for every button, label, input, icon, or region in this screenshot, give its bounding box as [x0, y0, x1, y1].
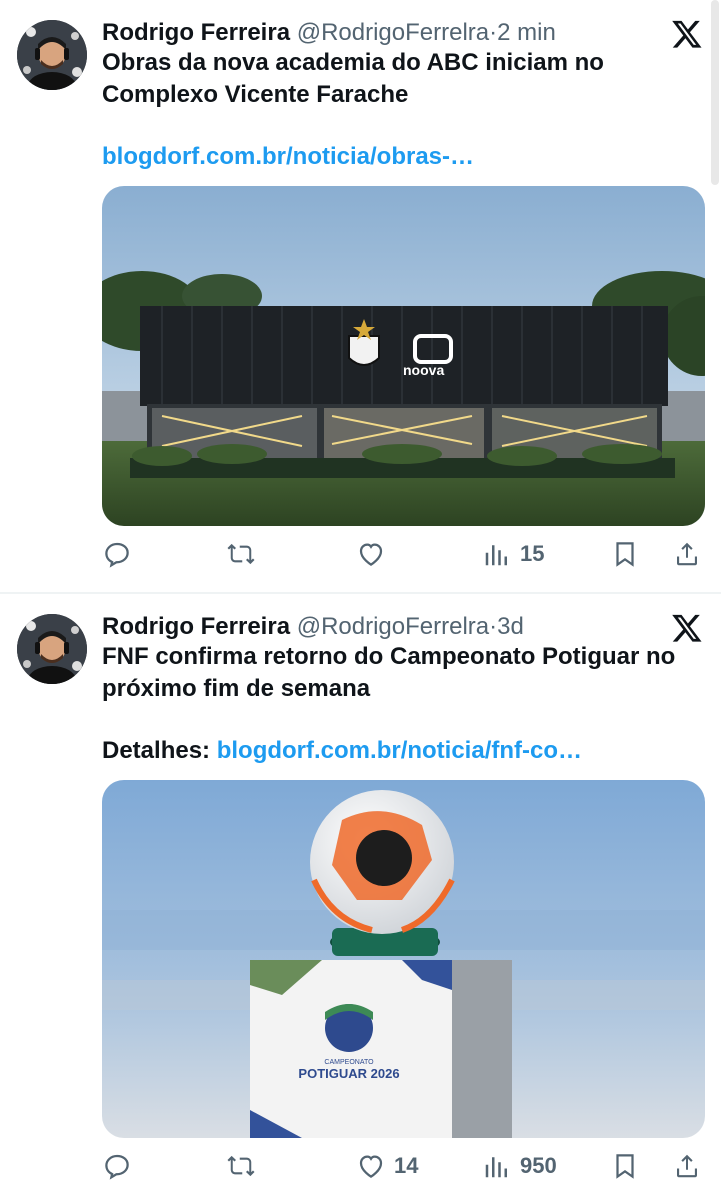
- separator: ·: [489, 613, 498, 640]
- tweet-link-line: Detalhes: blogdorf.com.br/noticia/fnf-co…: [102, 734, 582, 768]
- retweet-icon: [227, 543, 255, 565]
- tweet-media-image[interactable]: CAMPEONATO POTIGUAR 2026: [102, 780, 705, 1138]
- separator: ·: [489, 19, 498, 46]
- timestamp[interactable]: 3d: [497, 613, 524, 640]
- retweet-button[interactable]: [226, 1148, 264, 1184]
- tweet-actions: 14 950: [102, 1148, 705, 1184]
- tweet[interactable]: Rodrigo Ferreira @RodrigoFerrelra·2 min …: [0, 0, 721, 592]
- views-count: 15: [520, 541, 545, 566]
- share-button[interactable]: [672, 1148, 702, 1184]
- reply-button[interactable]: [102, 536, 140, 572]
- bookmark-icon: [616, 1154, 634, 1179]
- tweet-header: Rodrigo Ferreira @RodrigoFerrelra·2 min: [102, 17, 556, 49]
- views-icon: [485, 545, 507, 566]
- views-button[interactable]: 950: [482, 1148, 557, 1184]
- reply-icon: [105, 1154, 129, 1180]
- views-icon: [485, 1157, 507, 1178]
- retweet-icon: [227, 1155, 255, 1177]
- tweet-header: Rodrigo Ferreira @RodrigoFerrelra·3d: [102, 611, 524, 643]
- media-brand-text: noova: [403, 362, 444, 378]
- x-logo-icon: [672, 614, 702, 642]
- retweet-button[interactable]: [226, 536, 264, 572]
- tweet-actions: 15: [102, 536, 705, 572]
- tweet-link-line: blogdorf.com.br/noticia/obras-…: [102, 140, 474, 174]
- bookmark-button[interactable]: [610, 536, 640, 572]
- like-count: 14: [394, 1153, 419, 1178]
- media-title-text: POTIGUAR 2026: [298, 1066, 399, 1081]
- share-icon: [677, 542, 697, 566]
- avatar[interactable]: [17, 614, 87, 684]
- views-count: 950: [520, 1153, 557, 1178]
- views-button[interactable]: 15: [482, 536, 544, 572]
- author-handle[interactable]: @RodrigoFerrelra: [297, 613, 489, 640]
- share-icon: [677, 1154, 697, 1178]
- avatar[interactable]: [17, 20, 87, 90]
- link-prefix: Detalhes:: [102, 737, 217, 764]
- tweet-text: Obras da nova academia do ABC iniciam no…: [102, 49, 604, 108]
- bookmark-button[interactable]: [610, 1148, 640, 1184]
- tweet-link[interactable]: blogdorf.com.br/noticia/fnf-co…: [217, 737, 582, 764]
- share-button[interactable]: [672, 536, 702, 572]
- tweet-text: FNF confirma retorno do Campeonato Potig…: [102, 643, 676, 702]
- media-small-text: CAMPEONATO: [324, 1059, 374, 1066]
- like-button[interactable]: 14: [356, 1148, 418, 1184]
- like-icon: [359, 1155, 383, 1178]
- like-icon: [359, 543, 383, 566]
- x-logo-icon: [672, 20, 702, 48]
- tweet-link[interactable]: blogdorf.com.br/noticia/obras-…: [102, 143, 474, 170]
- author-name[interactable]: Rodrigo Ferreira: [102, 613, 290, 640]
- reply-button[interactable]: [102, 1148, 140, 1184]
- tweet-media-image[interactable]: noova: [102, 186, 705, 526]
- timestamp[interactable]: 2 min: [497, 19, 556, 46]
- reply-icon: [105, 542, 129, 568]
- bookmark-icon: [616, 542, 634, 567]
- author-name[interactable]: Rodrigo Ferreira: [102, 19, 290, 46]
- like-button[interactable]: [356, 536, 394, 572]
- author-handle[interactable]: @RodrigoFerrelra: [297, 19, 489, 46]
- tweet[interactable]: Rodrigo Ferreira @RodrigoFerrelra·3d FNF…: [0, 594, 721, 1200]
